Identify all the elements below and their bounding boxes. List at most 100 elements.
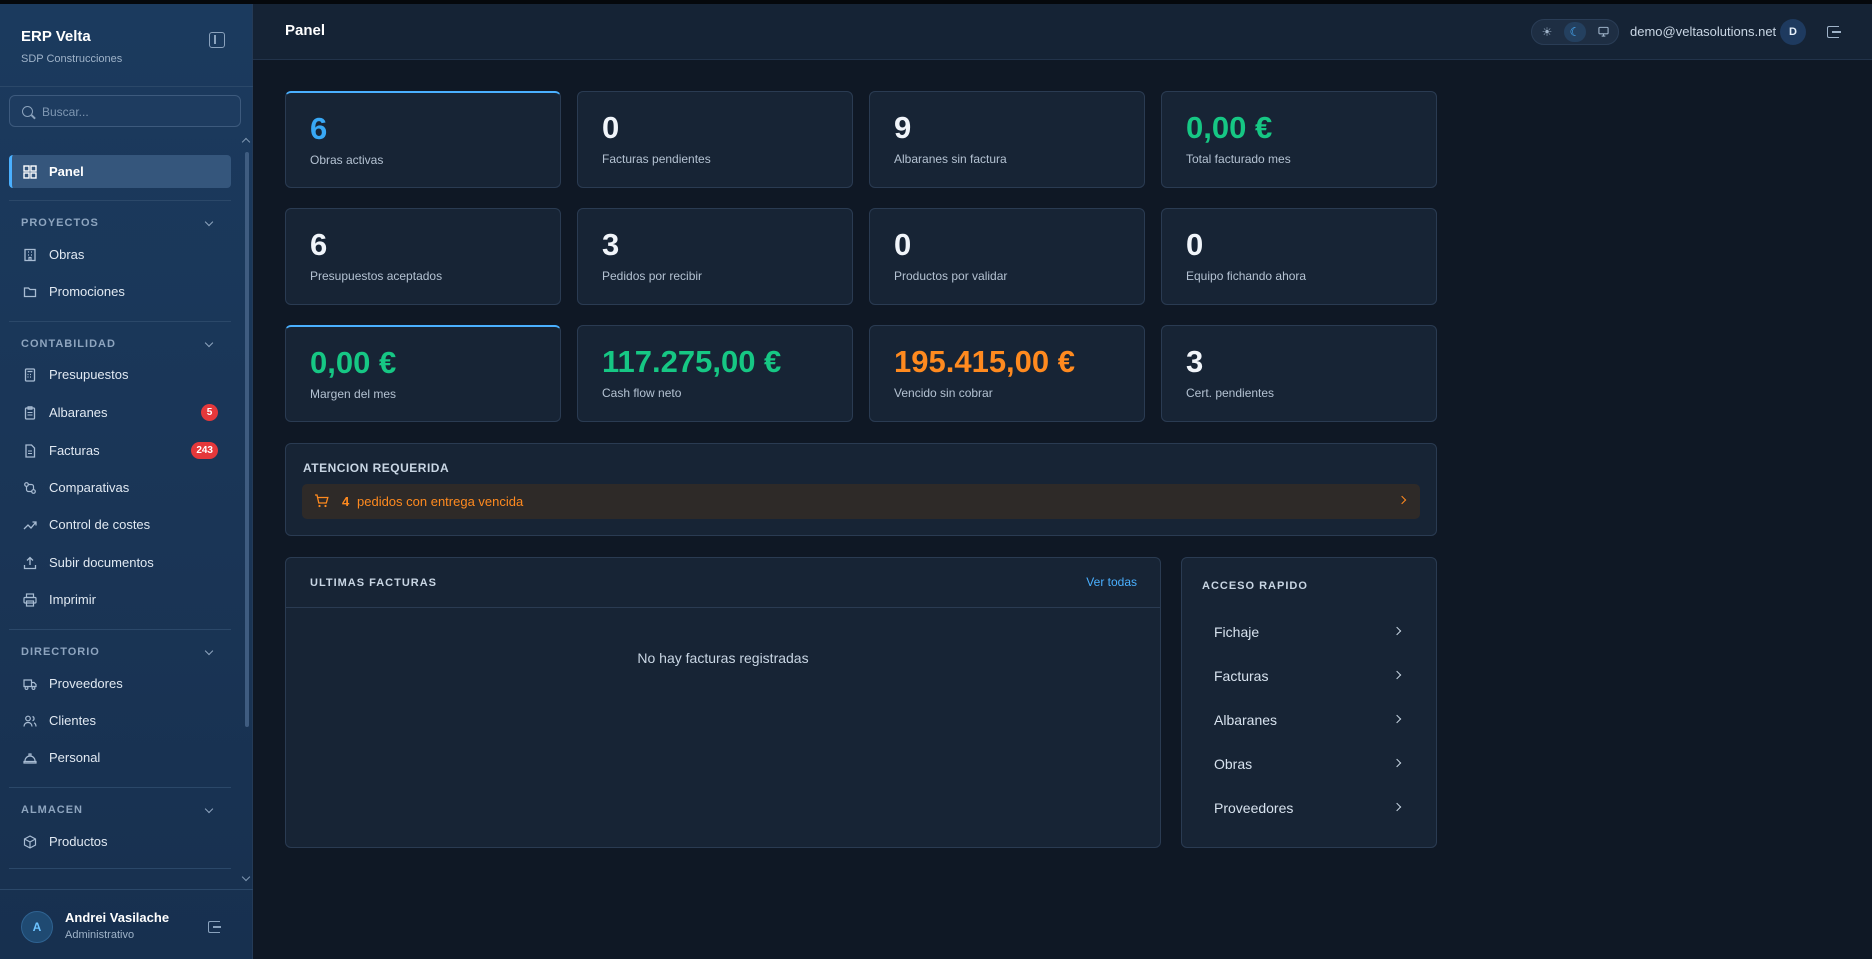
- section-directorio[interactable]: DIRECTORIO: [21, 646, 221, 660]
- divider: [0, 889, 253, 890]
- kpi-card-cash-flow-neto[interactable]: 117.275,00 € Cash flow neto: [577, 325, 853, 422]
- users-icon: [23, 714, 37, 728]
- section-almacen[interactable]: ALMACEN: [21, 804, 221, 818]
- sun-icon[interactable]: ☀: [1536, 22, 1558, 42]
- chevron-down-icon: [204, 804, 214, 814]
- divider: [9, 787, 231, 788]
- quick-link-label: Albaranes: [1214, 712, 1278, 728]
- kpi-card-vencido-sin-cobrar[interactable]: 195.415,00 € Vencido sin cobrar: [869, 325, 1145, 422]
- calculator-icon: [23, 367, 37, 382]
- chevron-right-icon: [1392, 714, 1402, 724]
- brand: ERP Velta SDP Construcciones: [21, 28, 122, 65]
- chevron-right-icon: [1392, 758, 1402, 768]
- quick-link-obras[interactable]: Obras: [1202, 746, 1416, 782]
- collapse-sidebar-icon[interactable]: [209, 32, 225, 48]
- kpi-value: 0: [602, 110, 620, 145]
- sidebar-item-label: Facturas: [49, 443, 100, 458]
- sidebar-item-imprimir[interactable]: Imprimir: [9, 583, 231, 616]
- kpi-label: Productos por validar: [894, 269, 1008, 283]
- kpi-card-facturas-pendientes[interactable]: 0 Facturas pendientes: [577, 91, 853, 188]
- sidebar: ERP Velta SDP Construcciones Panel PROYE…: [0, 4, 253, 959]
- sidebar-item-clientes[interactable]: Clientes: [9, 704, 231, 737]
- logout-icon[interactable]: [1827, 26, 1841, 38]
- avatar[interactable]: D: [1780, 19, 1806, 45]
- kpi-card-presupuestos-aceptados[interactable]: 6 Presupuestos aceptados: [285, 208, 561, 305]
- kpi-value: 0: [1186, 227, 1204, 262]
- panel-title: ULTIMAS FACTURAS: [310, 577, 438, 589]
- sidebar-item-label: Presupuestos: [49, 367, 129, 382]
- user-role: Administrativo: [65, 929, 135, 941]
- hard-hat-icon: [23, 751, 37, 765]
- kpi-value: 6: [310, 111, 328, 146]
- attention-panel: ATENCION REQUERIDA 4 pedidos con entrega…: [285, 443, 1437, 536]
- top-header: Panel ☀ ☾ demo@veltasolutions.net D: [253, 4, 1872, 60]
- sidebar-item-label: Obras: [49, 247, 85, 262]
- sidebar-item-label: Panel: [49, 164, 84, 179]
- moon-icon[interactable]: ☾: [1564, 22, 1586, 42]
- latest-invoices-panel: ULTIMAS FACTURAS Ver todas No hay factur…: [285, 557, 1161, 848]
- kpi-card-total-facturado-mes[interactable]: 0,00 € Total facturado mes: [1161, 91, 1437, 188]
- kpi-value: 0: [894, 227, 912, 262]
- quick-link-label: Proveedores: [1214, 800, 1294, 816]
- kpi-label: Equipo fichando ahora: [1186, 269, 1307, 283]
- shopping-cart-icon: [314, 494, 329, 510]
- kpi-card-albaranes-sin-factura[interactable]: 9 Albaranes sin factura: [869, 91, 1145, 188]
- upload-icon: [23, 556, 37, 570]
- chevron-right-icon: [1392, 626, 1402, 636]
- section-label: DIRECTORIO: [21, 646, 100, 658]
- sidebar-item-albaranes[interactable]: Albaranes 5: [9, 396, 231, 429]
- kpi-value: 3: [1186, 344, 1204, 379]
- quick-link-fichaje[interactable]: Fichaje: [1202, 614, 1416, 650]
- sidebar-item-personal[interactable]: Personal: [9, 741, 231, 774]
- kpi-card-obras-activas[interactable]: 6 Obras activas: [285, 91, 561, 188]
- sidebar-item-label: Comparativas: [49, 480, 130, 495]
- printer-icon: [23, 592, 37, 607]
- sidebar-item-presupuestos[interactable]: Presupuestos: [9, 358, 231, 391]
- divider: [9, 200, 231, 201]
- sidebar-item-obras[interactable]: Obras: [9, 238, 231, 271]
- section-label: ALMACEN: [21, 804, 83, 816]
- sidebar-item-panel[interactable]: Panel: [9, 155, 231, 188]
- app-title: ERP Velta: [21, 28, 91, 45]
- kpi-label: Total facturado mes: [1186, 152, 1291, 166]
- view-all-invoices-link[interactable]: Ver todas: [1086, 575, 1137, 589]
- quick-link-facturas[interactable]: Facturas: [1202, 658, 1416, 694]
- albaranes-count-badge: 5: [201, 404, 218, 421]
- logout-icon[interactable]: [208, 921, 221, 933]
- kpi-label: Cash flow neto: [602, 386, 682, 400]
- kpi-card-productos-por-validar[interactable]: 0 Productos por validar: [869, 208, 1145, 305]
- sidebar-item-comparativas[interactable]: Comparativas: [9, 471, 231, 504]
- chevron-down-icon: [204, 217, 214, 227]
- divider: [0, 86, 253, 87]
- sidebar-item-label: Imprimir: [49, 592, 96, 607]
- kpi-card-equipo-fichando[interactable]: 0 Equipo fichando ahora: [1161, 208, 1437, 305]
- kpi-label: Cert. pendientes: [1186, 386, 1275, 400]
- trending-up-icon: [23, 518, 37, 532]
- quick-link-proveedores[interactable]: Proveedores: [1202, 790, 1416, 826]
- overdue-orders-alert[interactable]: 4 pedidos con entrega vencida: [302, 484, 1420, 519]
- section-proyectos[interactable]: PROYECTOS: [21, 217, 221, 231]
- kpi-card-pedidos-por-recibir[interactable]: 3 Pedidos por recibir: [577, 208, 853, 305]
- sidebar-item-proveedores[interactable]: Proveedores: [9, 667, 231, 700]
- divider: [9, 629, 231, 630]
- sidebar-item-productos[interactable]: Productos: [9, 825, 231, 858]
- divider: [9, 868, 231, 869]
- kpi-card-cert-pendientes[interactable]: 3 Cert. pendientes: [1161, 325, 1437, 422]
- divider: [9, 321, 231, 322]
- theme-switcher: ☀ ☾: [1531, 19, 1619, 45]
- package-icon: [23, 834, 37, 849]
- kpi-label: Facturas pendientes: [602, 152, 711, 166]
- search-input[interactable]: [42, 102, 232, 122]
- quick-link-label: Fichaje: [1214, 624, 1260, 640]
- search-box[interactable]: [9, 95, 241, 127]
- sidebar-item-subir-documentos[interactable]: Subir documentos: [9, 546, 231, 579]
- sidebar-item-facturas[interactable]: Facturas 243: [9, 434, 231, 467]
- empty-state-text: No hay facturas registradas: [637, 650, 809, 666]
- sidebar-item-promociones[interactable]: Promociones: [9, 275, 231, 308]
- kpi-card-margen-mes[interactable]: 0,00 € Margen del mes: [285, 325, 561, 422]
- sidebar-item-label: Personal: [49, 750, 101, 765]
- sidebar-item-control-costes[interactable]: Control de costes: [9, 508, 231, 541]
- monitor-icon[interactable]: [1592, 22, 1614, 42]
- section-contabilidad[interactable]: CONTABILIDAD: [21, 338, 221, 352]
- quick-link-albaranes[interactable]: Albaranes: [1202, 702, 1416, 738]
